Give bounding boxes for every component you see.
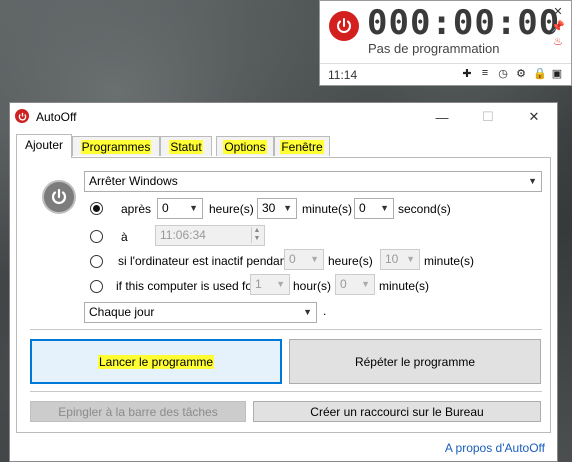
chevron-down-icon: ▼	[276, 279, 285, 289]
tab-fenetre[interactable]: Fenêtre	[274, 136, 330, 156]
action-select[interactable]: Arrêter Windows ▼	[84, 171, 542, 192]
minutes-label: minute(s)	[302, 202, 353, 216]
after-hours-select[interactable]: 0 ▼	[157, 198, 203, 219]
hours-label: heure(s)	[209, 202, 254, 216]
flame-icon[interactable]: ♨	[551, 35, 565, 50]
tab-options[interactable]: Options	[216, 136, 274, 156]
used-label: if this computer is used for	[116, 279, 257, 293]
idle-minutes-label: minute(s)	[424, 254, 475, 268]
at-label: à	[121, 230, 128, 244]
chevron-down-icon: ▼	[310, 254, 319, 264]
chevron-down-icon: ▼	[189, 203, 198, 213]
plus-icon[interactable]: ✚	[461, 67, 473, 80]
pin-icon[interactable]: 📌	[551, 20, 565, 35]
chevron-down-icon: ▼	[283, 203, 292, 213]
idle-hours-label: heure(s)	[328, 254, 373, 268]
close-button[interactable]: ✕	[511, 103, 557, 131]
idle-hours-select[interactable]: 0 ▼	[284, 249, 324, 270]
divider	[30, 329, 542, 330]
menu-icon[interactable]: ≡	[479, 67, 491, 80]
chevron-down-icon: ▼	[303, 307, 312, 317]
repeat-program-button[interactable]: Répéter le programme	[289, 339, 541, 384]
current-time: 11:14	[328, 68, 358, 82]
chevron-down-icon: ▼	[361, 279, 370, 289]
used-minutes-select[interactable]: 0 ▼	[335, 274, 375, 295]
radio-after[interactable]	[90, 202, 103, 215]
gear-icon[interactable]: ⚙	[515, 67, 527, 80]
countdown-display: 000:00:00	[367, 3, 561, 43]
schedule-status: Pas de programmation	[368, 41, 500, 56]
used-hours-select[interactable]: 1 ▼	[250, 274, 290, 295]
pin-taskbar-button[interactable]: Epingler à la barre des tâches	[30, 401, 246, 422]
save-icon[interactable]: ▣	[551, 67, 563, 80]
about-link[interactable]: A propos d'AutoOff	[445, 441, 545, 455]
idle-label: si l'ordinateur est inactif pendant	[118, 254, 290, 268]
create-shortcut-button[interactable]: Créer un raccourci sur le Bureau	[253, 401, 541, 422]
timer-widget: 000:00:00 Pas de programmation ✕ 📌 ♨ 11:…	[319, 0, 572, 86]
idle-minutes-select[interactable]: 10 ▼	[380, 249, 420, 270]
app-icon	[15, 109, 29, 123]
tab-programmes[interactable]: Programmes	[72, 136, 160, 156]
repeat-select[interactable]: Chaque jour ▼	[84, 302, 317, 323]
after-label: après	[121, 202, 152, 216]
repeat-suffix: .	[323, 304, 327, 318]
radio-at[interactable]	[90, 230, 103, 243]
chevron-down-icon: ▼	[528, 176, 537, 186]
power-icon	[42, 180, 76, 214]
at-time-field[interactable]: 11:06:34 ▲ ▼	[155, 225, 265, 246]
clock-icon[interactable]: ◷	[497, 67, 509, 80]
minimize-button[interactable]: —	[419, 103, 465, 131]
window-title: AutoOff	[36, 110, 77, 124]
tab-statut[interactable]: Statut	[160, 136, 212, 156]
power-icon[interactable]	[329, 11, 359, 41]
divider	[30, 391, 542, 392]
chevron-down-icon: ▼	[380, 203, 389, 213]
seconds-label: second(s)	[398, 202, 451, 216]
radio-idle[interactable]	[90, 255, 103, 268]
radio-used[interactable]	[90, 280, 103, 293]
tab-ajouter[interactable]: Ajouter	[16, 134, 72, 158]
after-minutes-select[interactable]: 30 ▼	[257, 198, 297, 219]
spin-icon[interactable]: ▲ ▼	[251, 227, 262, 243]
close-icon[interactable]: ✕	[551, 5, 565, 20]
used-minutes-label: minute(s)	[379, 279, 430, 293]
chevron-down-icon: ▼	[406, 254, 415, 264]
lock-icon[interactable]: 🔒	[533, 67, 547, 80]
after-seconds-select[interactable]: 0 ▼	[354, 198, 394, 219]
autooff-window: AutoOff — ☐ ✕ Ajouter Programmes Statut …	[9, 102, 558, 462]
launch-program-button[interactable]: Lancer le programme	[30, 339, 282, 384]
used-hours-label: hour(s)	[293, 279, 332, 293]
maximize-button[interactable]: ☐	[465, 103, 511, 131]
title-bar: AutoOff — ☐ ✕	[10, 103, 557, 131]
